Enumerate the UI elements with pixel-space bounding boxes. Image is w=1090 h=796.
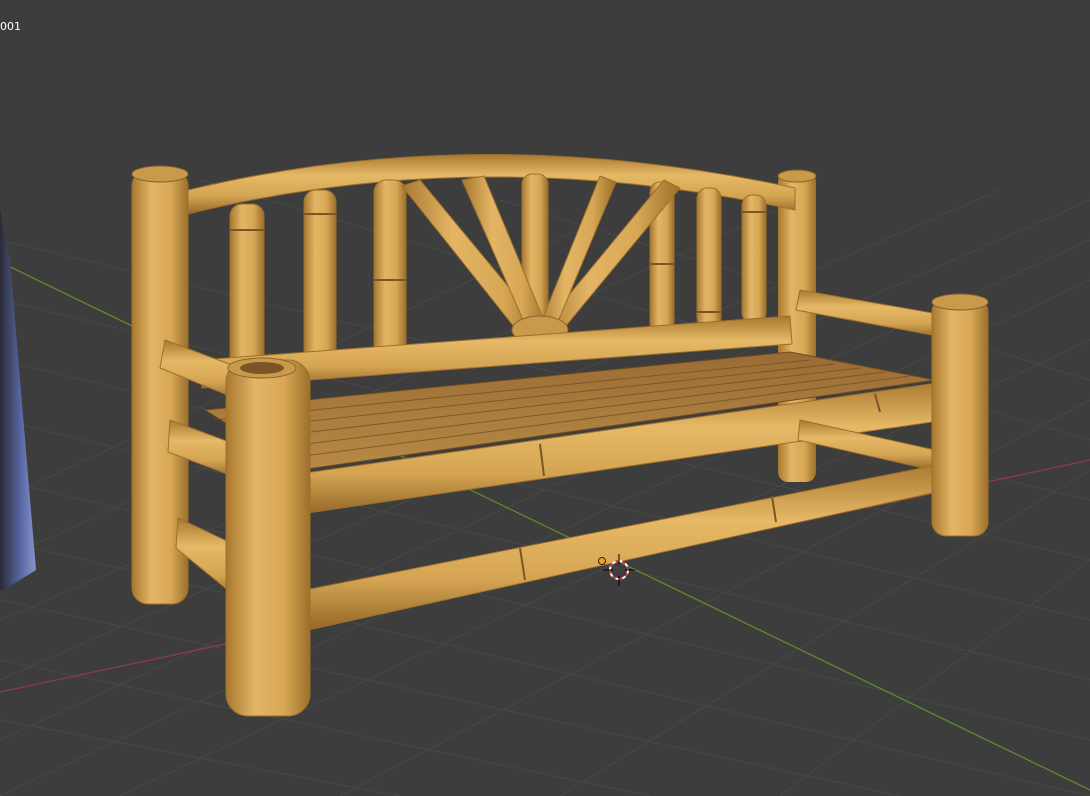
3d-viewport[interactable]: 001 [0, 0, 1090, 796]
origin-point-icon[interactable] [598, 557, 606, 565]
front-right-post [931, 297, 989, 537]
right-armrest [795, 289, 951, 339]
viewport-canvas[interactable] [0, 0, 1090, 796]
front-left-post [225, 359, 311, 717]
side-mesh-object[interactable] [0, 210, 36, 590]
